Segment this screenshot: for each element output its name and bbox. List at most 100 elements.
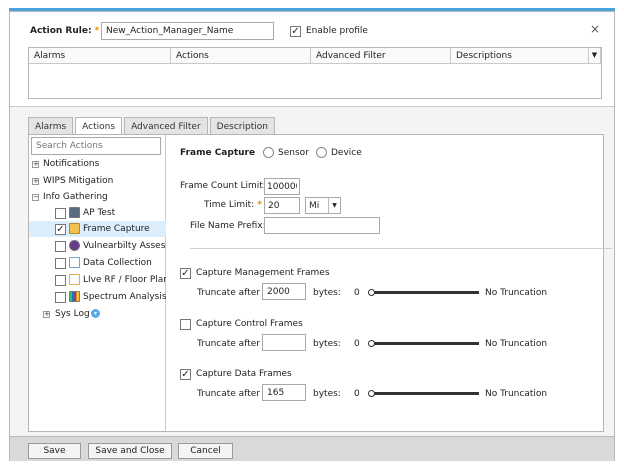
vulnerability-checkbox[interactable] [55, 241, 66, 252]
capture-control-checkbox[interactable] [180, 319, 191, 330]
summary-grid-header: Alarms Actions Advanced Filter Descripti… [29, 48, 601, 64]
expand-icon[interactable]: + [32, 178, 39, 185]
dialog-header: Action Rule:* ✓ Enable profile × Alarms … [10, 12, 614, 106]
action-rule-label: Action Rule: * [30, 26, 100, 36]
tree-item-wips-mitigation[interactable]: + WIPS Mitigation [29, 173, 166, 189]
actions-tree: + Notifications + WIPS Mitigation − Info… [29, 135, 166, 431]
column-descriptions[interactable]: Descriptions [451, 48, 589, 63]
tree-item-label: Data Collection [83, 258, 152, 268]
tree-item-sys-log[interactable]: + Sys Log ▾ [29, 306, 166, 322]
data-collection-checkbox[interactable] [55, 258, 66, 269]
tree-item-data-collection[interactable]: Data Collection [29, 255, 166, 271]
column-actions[interactable]: Actions [171, 48, 311, 63]
tab-description[interactable]: Description [209, 117, 275, 135]
capture-management-checkbox[interactable]: ✓ [180, 268, 191, 279]
tree-item-frame-capture[interactable]: ✓ Frame Capture [29, 221, 166, 237]
device-radio-label: Device [331, 148, 362, 158]
tree-item-label: Info Gathering [43, 192, 108, 202]
save-button[interactable]: Save [28, 443, 81, 459]
save-and-close-button[interactable]: Save and Close [88, 443, 172, 459]
data-collection-icon [69, 257, 80, 268]
tree-item-label: LIve RF / Floor Plar [83, 275, 166, 285]
capture-management-label: Capture Management Frames [196, 268, 330, 278]
tree-item-label: Frame Capture [83, 224, 150, 234]
tree-item-label: Sys Log [55, 309, 90, 319]
tree-item-spectrum-analysis[interactable]: Spectrum Analysis [29, 289, 166, 305]
slider-min-label: 0 [354, 288, 360, 298]
data-slider-handle[interactable] [368, 390, 375, 397]
tree-item-info-gathering[interactable]: − Info Gathering [29, 189, 166, 205]
truncate-after-label: Truncate after [197, 288, 260, 298]
control-truncate-input[interactable] [262, 334, 306, 351]
slider-max-label: No Truncation [485, 389, 548, 399]
frame-count-input[interactable] [264, 178, 300, 195]
slider-min-label: 0 [354, 339, 360, 349]
tree-item-live-rf[interactable]: LIve RF / Floor Plar [29, 272, 166, 288]
data-truncate-input[interactable] [262, 384, 306, 401]
column-alarms[interactable]: Alarms [29, 48, 171, 63]
control-slider-track[interactable] [370, 342, 479, 345]
management-truncate-input[interactable] [262, 283, 306, 300]
header-divider [10, 106, 614, 107]
capture-data-label: Capture Data Frames [196, 369, 292, 379]
column-menu-chevron-icon[interactable]: ▼ [589, 48, 601, 63]
search-actions-input[interactable] [31, 137, 161, 155]
ap-test-checkbox[interactable] [55, 208, 66, 219]
time-unit-select[interactable]: Mi ▼ [305, 197, 341, 214]
enable-profile-label: Enable profile [306, 26, 368, 36]
management-slider-track[interactable] [370, 291, 479, 294]
ap-test-icon [69, 207, 80, 218]
dropdown-arrow-icon: ▼ [328, 198, 340, 213]
capture-control-label: Capture Control Frames [196, 319, 303, 329]
truncate-after-label: Truncate after [197, 339, 260, 349]
vulnerability-icon [69, 240, 80, 251]
management-slider-handle[interactable] [368, 289, 375, 296]
slider-max-label: No Truncation [485, 339, 548, 349]
tree-item-label: AP Test [83, 208, 116, 218]
action-rule-dialog: Action Rule:* ✓ Enable profile × Alarms … [9, 11, 615, 461]
frame-capture-config: Frame Capture Sensor Device Frame Count … [174, 135, 612, 431]
spectrum-analysis-checkbox[interactable] [55, 292, 66, 303]
sensor-radio-label: Sensor [278, 148, 309, 158]
live-rf-icon [69, 274, 80, 285]
data-slider-track[interactable] [370, 392, 479, 395]
action-rule-name-input[interactable] [101, 22, 274, 40]
tree-item-label: WIPS Mitigation [43, 176, 114, 186]
sensor-radio[interactable] [263, 147, 274, 158]
tab-advanced-filter[interactable]: Advanced Filter [124, 117, 208, 135]
time-unit-value: Mi [309, 201, 320, 211]
device-radio[interactable] [316, 147, 327, 158]
required-marker: * [257, 200, 262, 210]
slider-min-label: 0 [354, 389, 360, 399]
frame-capture-icon [69, 223, 80, 234]
tree-item-vulnerability-assessment[interactable]: Vulnearbilty Assess [29, 238, 166, 254]
chevron-down-icon[interactable]: ▾ [91, 309, 100, 318]
file-prefix-label: File Name Prefix: [190, 221, 266, 231]
tab-alarms[interactable]: Alarms [28, 117, 74, 135]
actions-panel: + Notifications + WIPS Mitigation − Info… [28, 134, 612, 432]
cancel-button[interactable]: Cancel [178, 443, 233, 459]
required-marker: * [94, 26, 100, 36]
expand-icon[interactable]: + [32, 161, 39, 168]
tree-item-notifications[interactable]: + Notifications [29, 156, 166, 172]
collapse-icon[interactable]: − [32, 194, 39, 201]
truncate-after-label: Truncate after [197, 389, 260, 399]
summary-grid: Alarms Actions Advanced Filter Descripti… [28, 47, 602, 99]
bytes-label: bytes: [313, 389, 341, 399]
close-icon[interactable]: × [590, 22, 600, 36]
column-advanced-filter[interactable]: Advanced Filter [311, 48, 451, 63]
control-slider-handle[interactable] [368, 340, 375, 347]
file-prefix-input[interactable] [264, 217, 380, 234]
live-rf-checkbox[interactable] [55, 275, 66, 286]
enable-profile-checkbox[interactable]: ✓ [290, 26, 301, 37]
expand-icon[interactable]: + [43, 311, 50, 318]
time-limit-input[interactable] [264, 197, 300, 214]
bytes-label: bytes: [313, 339, 341, 349]
time-limit-label: Time Limit: * [204, 200, 262, 210]
capture-data-checkbox[interactable]: ✓ [180, 369, 191, 380]
section-divider [190, 248, 612, 249]
tree-item-ap-test[interactable]: AP Test [29, 205, 166, 221]
frame-count-label: Frame Count Limit: [180, 181, 266, 191]
frame-capture-checkbox[interactable]: ✓ [55, 224, 66, 235]
tree-item-label: Notifications [43, 159, 100, 169]
